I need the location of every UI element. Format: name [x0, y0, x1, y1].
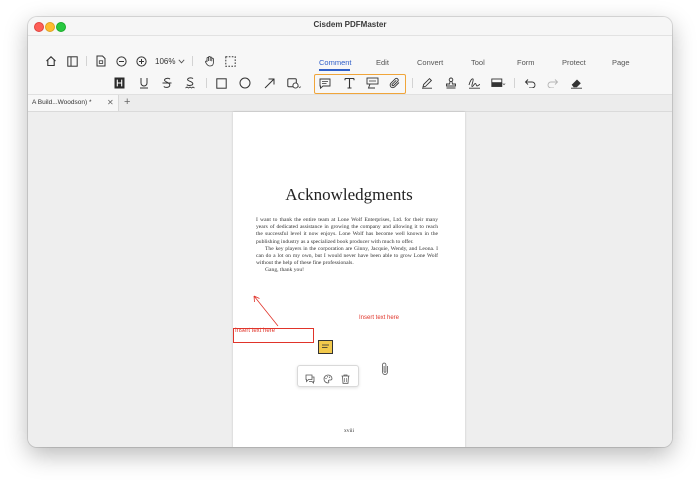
tab-edit[interactable]: Edit: [376, 58, 389, 67]
add-tab-icon[interactable]: +: [124, 96, 130, 108]
redo-icon[interactable]: [546, 76, 560, 90]
document-tab-bar: A Build...Woodson) * ✕ +: [28, 95, 672, 112]
body-paragraph: The key players in the corporation are G…: [256, 245, 438, 267]
selection-icon[interactable]: [223, 54, 237, 68]
toolbar-divider: [206, 78, 207, 88]
toolbar-divider: [86, 56, 87, 66]
page-heading: Acknowledgments: [285, 185, 413, 204]
tab-convert[interactable]: Convert: [417, 58, 443, 67]
body-paragraph: Gang, thank you!: [265, 267, 304, 274]
document-canvas: Acknowledgments I want to thank the enti…: [28, 112, 672, 447]
page-icon[interactable]: [94, 54, 108, 68]
pdf-page[interactable]: Acknowledgments I want to thank the enti…: [233, 112, 465, 447]
page-number: xviii: [343, 428, 355, 434]
squiggly-icon[interactable]: [183, 76, 197, 90]
text-box-annotation-text[interactable]: Insert text here: [235, 328, 275, 334]
note-icon[interactable]: [318, 76, 332, 90]
tab-page[interactable]: Page: [612, 58, 630, 67]
annotation-context-toolbar: [297, 365, 359, 387]
attachment-annotation-icon[interactable]: [381, 362, 389, 381]
tab-form[interactable]: Form: [517, 58, 535, 67]
document-tab[interactable]: A Build...Woodson) * ✕: [28, 95, 119, 111]
color-palette-icon[interactable]: [323, 371, 333, 389]
tab-tool[interactable]: Tool: [471, 58, 485, 67]
highlight-icon[interactable]: [112, 76, 126, 90]
active-tab-indicator: [319, 69, 350, 71]
sidebar-icon[interactable]: [65, 54, 79, 68]
main-toolbar: 106% Comment Edit Convert Tool Form Prot…: [28, 36, 672, 95]
chevron-down-icon[interactable]: [177, 57, 185, 65]
body-paragraph: I want to thank the entire team at Lone …: [256, 217, 438, 245]
eraser-icon[interactable]: [569, 76, 583, 90]
ellipse-icon[interactable]: [238, 76, 252, 90]
title-bar: Cisdem PDFMaster: [28, 17, 672, 36]
window-title: Cisdem PDFMaster: [313, 20, 387, 29]
measure-icon[interactable]: [490, 76, 506, 90]
attachment-icon[interactable]: [388, 76, 402, 90]
arrow-annotation[interactable]: [251, 294, 281, 328]
trash-icon[interactable]: [341, 371, 350, 389]
home-icon[interactable]: [44, 54, 58, 68]
note-annotation-icon[interactable]: [318, 340, 333, 354]
document-tab-label: A Build...Woodson) *: [32, 99, 92, 106]
text-annotation[interactable]: Insert text here: [359, 315, 399, 321]
tab-protect[interactable]: Protect: [562, 58, 586, 67]
toolbar-divider: [192, 56, 193, 66]
hand-icon[interactable]: [203, 54, 217, 68]
rectangle-icon[interactable]: [214, 76, 228, 90]
pen-icon[interactable]: [420, 76, 434, 90]
toolbar-divider: [514, 78, 515, 88]
app-window: Cisdem PDFMaster 106% Comment Edit Conve…: [28, 17, 672, 447]
strikethrough-icon[interactable]: [160, 76, 174, 90]
signature-icon[interactable]: [467, 76, 481, 90]
zoom-in-icon[interactable]: [134, 54, 148, 68]
callout-icon[interactable]: [365, 76, 379, 90]
toolbar-divider: [412, 78, 413, 88]
zoom-level[interactable]: 106%: [155, 57, 175, 66]
tab-comment[interactable]: Comment: [319, 58, 352, 67]
undo-icon[interactable]: [523, 76, 537, 90]
comment-icon[interactable]: [305, 371, 315, 389]
stamp-icon[interactable]: [444, 76, 458, 90]
close-icon[interactable]: ✕: [107, 98, 114, 107]
arrow-icon[interactable]: [262, 76, 276, 90]
underline-icon[interactable]: [137, 76, 151, 90]
page-body: I want to thank the entire team at Lone …: [256, 217, 438, 275]
text-box-icon[interactable]: [342, 76, 356, 90]
shape-menu-icon[interactable]: [286, 76, 302, 90]
zoom-out-icon[interactable]: [114, 54, 128, 68]
